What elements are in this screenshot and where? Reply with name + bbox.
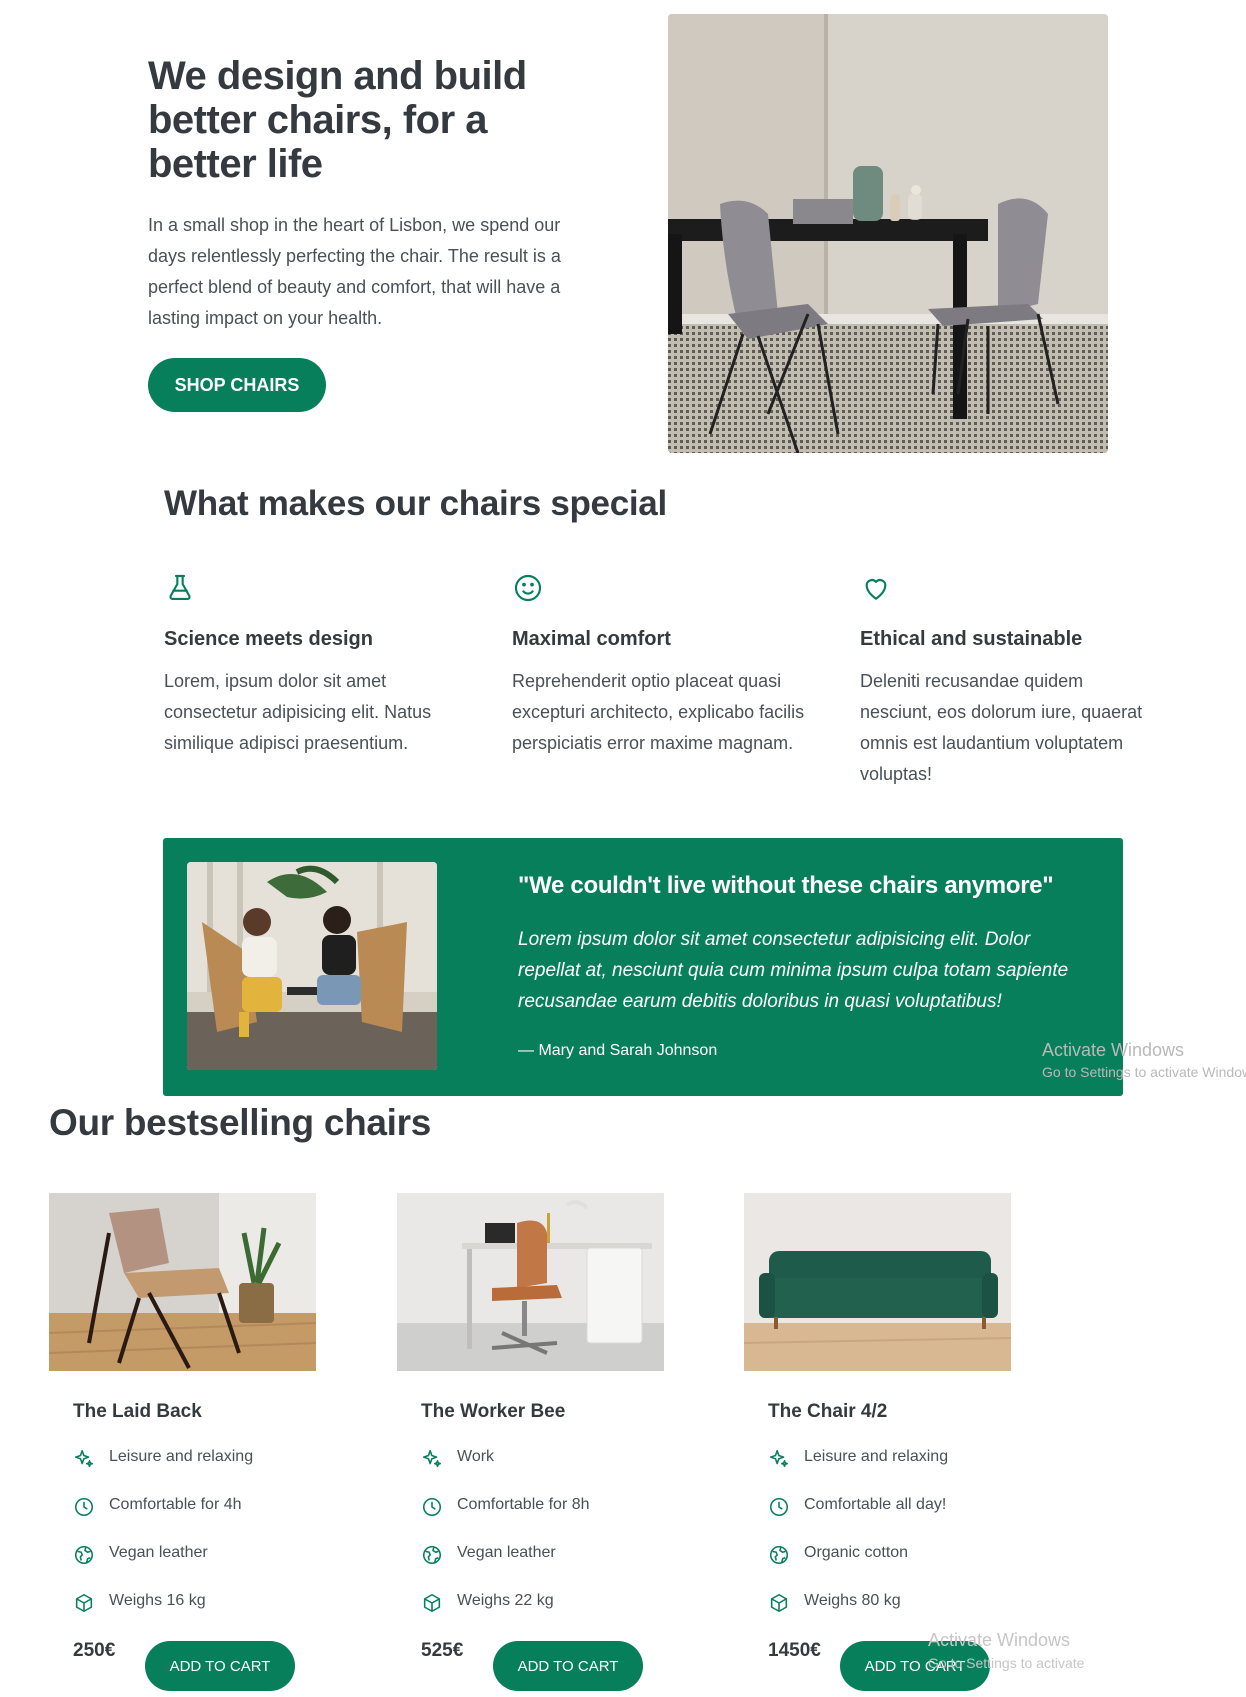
product-card-worker-bee: The Worker Bee Work Comfortable for 8h V… [397, 1193, 665, 1697]
feature-text: Deleniti recusandae quidem nesciunt, eos… [860, 671, 1143, 784]
globe-icon [73, 1544, 95, 1566]
hero-title: We design and build better chairs, for a… [148, 54, 527, 186]
globe-icon [768, 1544, 790, 1566]
clock-icon [73, 1496, 95, 1518]
watermark-title: Activate Windows [928, 1630, 1071, 1650]
watermark-subtitle: Go to Settings to activate Windows. [1042, 1064, 1246, 1080]
cube-icon [768, 1592, 790, 1614]
feature-text: Comfortable all day! [804, 1496, 947, 1513]
cube-icon [421, 1592, 443, 1614]
feature-text: Comfortable for 4h [109, 1496, 242, 1513]
bestsellers-title: Our bestselling chairs [49, 1102, 432, 1143]
testimonial-section: "We couldn't live without these chairs a… [163, 838, 1123, 1096]
list-item: Vegan leather [421, 1544, 590, 1592]
features-title: What makes our chairs special [164, 484, 667, 523]
feature-text: Weighs 22 kg [457, 1592, 554, 1609]
globe-icon [421, 1544, 443, 1566]
add-to-cart-button[interactable]: ADD TO CART [493, 1641, 643, 1691]
list-item: Leisure and relaxing [73, 1448, 253, 1496]
add-to-cart-button[interactable]: ADD TO CART [145, 1641, 295, 1691]
hero-image [668, 14, 1108, 453]
testimonial-author: — Mary and Sarah Johnson [518, 1042, 718, 1059]
watermark-subtitle: Go to Settings to activate [928, 1655, 1085, 1671]
feature-text: Work [457, 1448, 495, 1465]
product-price: 1450€ [768, 1640, 821, 1661]
heart-icon [860, 572, 892, 604]
list-item: Weighs 80 kg [768, 1592, 948, 1640]
hero-description: In a small shop in the heart of Lisbon, … [148, 215, 561, 328]
feature-text: Vegan leather [109, 1544, 208, 1561]
product-price: 525€ [421, 1640, 464, 1661]
list-item: Organic cotton [768, 1544, 948, 1592]
clock-icon [768, 1496, 790, 1518]
sparkles-icon [73, 1448, 95, 1470]
activate-windows-watermark: Activate Windows Go to Settings to activ… [1042, 1040, 1246, 1080]
feature-text: Weighs 16 kg [109, 1592, 206, 1609]
feature-text: Vegan leather [457, 1544, 556, 1561]
list-item: Vegan leather [73, 1544, 253, 1592]
product-image [397, 1193, 664, 1371]
product-card-chair-4-2: The Chair 4/2 Leisure and relaxing Comfo… [744, 1193, 1012, 1697]
product-features: Leisure and relaxing Comfortable all day… [768, 1448, 948, 1640]
feature-text: Reprehenderit optio placeat quasi except… [512, 671, 805, 753]
product-price: 250€ [73, 1640, 116, 1661]
cube-icon [73, 1592, 95, 1614]
list-item: Weighs 22 kg [421, 1592, 590, 1640]
product-image [49, 1193, 316, 1371]
product-name: The Laid Back [73, 1401, 202, 1422]
product-name: The Worker Bee [421, 1401, 566, 1422]
feature-text: Leisure and relaxing [109, 1448, 254, 1465]
list-item: Weighs 16 kg [73, 1592, 253, 1640]
product-name: The Chair 4/2 [768, 1401, 888, 1422]
feature-title: Ethical and sustainable [860, 628, 1083, 650]
product-features: Leisure and relaxing Comfortable for 4h … [73, 1448, 253, 1640]
product-card-laid-back: The Laid Back Leisure and relaxing Comfo… [49, 1193, 317, 1697]
feature-text: Leisure and relaxing [804, 1448, 949, 1465]
testimonial-quote: Lorem ipsum dolor sit amet consectetur a… [518, 929, 1069, 1012]
smiley-icon [512, 572, 544, 604]
feature-text: Weighs 80 kg [804, 1592, 901, 1609]
sparkles-icon [421, 1448, 443, 1470]
activate-windows-watermark: Activate Windows Go to Settings to activ… [928, 1630, 1084, 1671]
clock-icon [421, 1496, 443, 1518]
shop-chairs-button[interactable]: SHOP CHAIRS [148, 358, 326, 412]
watermark-title: Activate Windows [1042, 1040, 1185, 1060]
product-image [744, 1193, 1011, 1371]
flask-icon [164, 572, 196, 604]
list-item: Leisure and relaxing [768, 1448, 948, 1496]
feature-title: Science meets design [164, 628, 373, 650]
list-item: Work [421, 1448, 590, 1496]
feature-text: Organic cotton [804, 1544, 909, 1561]
feature-text: Comfortable for 8h [457, 1496, 590, 1513]
sparkles-icon [768, 1448, 790, 1470]
list-item: Comfortable for 8h [421, 1496, 590, 1544]
feature-title: Maximal comfort [512, 628, 671, 650]
list-item: Comfortable all day! [768, 1496, 948, 1544]
feature-text: Lorem, ipsum dolor sit amet consectetur … [164, 671, 432, 753]
list-item: Comfortable for 4h [73, 1496, 253, 1544]
product-features: Work Comfortable for 8h Vegan leather We… [421, 1448, 590, 1640]
testimonial-image [187, 862, 437, 1070]
testimonial-title: "We couldn't live without these chairs a… [518, 872, 1054, 899]
